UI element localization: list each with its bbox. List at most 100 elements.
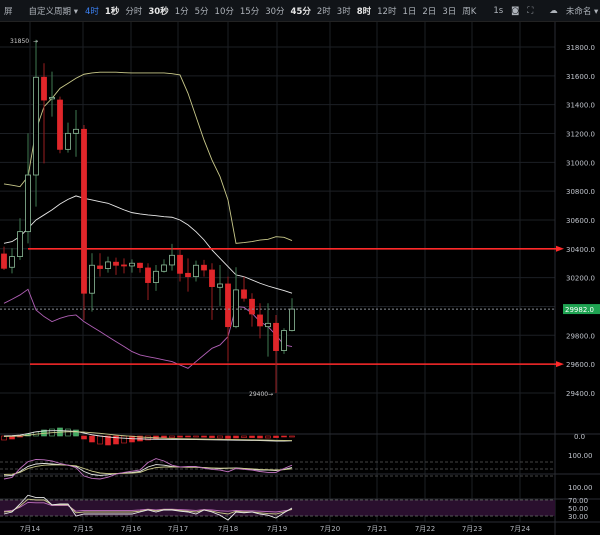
macd-histogram-bar bbox=[193, 435, 199, 438]
price-tick-label: 31200.0 bbox=[566, 130, 595, 138]
period-tab-12[interactable]: 8时 bbox=[354, 5, 374, 17]
price-tick-label: 30200.0 bbox=[566, 275, 595, 283]
date-tick-label: 7月20 bbox=[320, 525, 340, 533]
macd-histogram-bar bbox=[81, 435, 87, 440]
price-tick-label: 30600.0 bbox=[566, 217, 595, 225]
candle-body bbox=[89, 264, 95, 294]
price-tick-label: 30800.0 bbox=[566, 188, 595, 196]
candle-body bbox=[161, 264, 167, 272]
candle-body bbox=[9, 256, 15, 268]
candle-body bbox=[225, 283, 231, 328]
candle-body bbox=[129, 262, 135, 267]
macd-histogram-bar bbox=[225, 435, 231, 439]
price-tick-label: 31800.0 bbox=[566, 44, 595, 52]
candle-body bbox=[249, 298, 255, 315]
period-tab-10[interactable]: 2时 bbox=[314, 5, 334, 17]
period-tab-4[interactable]: 1分 bbox=[172, 5, 192, 17]
period-tab-2[interactable]: 分时 bbox=[122, 5, 145, 17]
date-tick-label: 7月16 bbox=[121, 525, 142, 533]
candle-body bbox=[145, 267, 151, 283]
macd-histogram-bar bbox=[233, 435, 239, 439]
candle-body bbox=[137, 262, 143, 268]
period-tabs: 4时 1秒 分时 30秒 1分 5分 10分 15分 30分 45分 2时 3时 8时 12时 1日 2日 3日… bbox=[82, 5, 479, 17]
candle-body bbox=[25, 174, 31, 233]
rsi-level-label: 50.00 bbox=[568, 505, 588, 513]
period-tab-1[interactable]: 1秒 bbox=[102, 5, 122, 17]
rsi-level-label: 70.00 bbox=[568, 497, 588, 505]
period-tab-9[interactable]: 45分 bbox=[288, 5, 314, 17]
price-tick-label: 29800.0 bbox=[566, 332, 595, 340]
candle-body bbox=[289, 308, 295, 331]
period-tab-0[interactable]: 4时 bbox=[82, 5, 102, 17]
candle-body bbox=[97, 265, 103, 269]
candle-body bbox=[57, 99, 63, 150]
price-tick-label: 29600.0 bbox=[566, 361, 595, 369]
macd-histogram-bar bbox=[217, 435, 223, 439]
period-tab-5[interactable]: 5分 bbox=[192, 5, 212, 17]
period-tab-11[interactable]: 3时 bbox=[334, 5, 354, 17]
candle-body bbox=[121, 264, 127, 267]
macd-histogram-bar bbox=[241, 435, 247, 438]
arrow-icon: → bbox=[268, 391, 273, 398]
date-tick-label: 7月23 bbox=[462, 525, 482, 533]
candle-body bbox=[185, 272, 191, 278]
custom-period-dropdown[interactable]: 自定义周期 ▾ bbox=[25, 5, 82, 17]
candle-body bbox=[105, 261, 111, 269]
candle-body bbox=[17, 231, 23, 257]
candle-body bbox=[193, 264, 199, 278]
date-tick-label: 7月15 bbox=[73, 525, 93, 533]
candle-body bbox=[33, 76, 39, 176]
layout-name-dropdown[interactable]: 未命名 ▾ bbox=[562, 5, 600, 17]
period-tab-8[interactable]: 30分 bbox=[262, 5, 287, 17]
macd-histogram-bar bbox=[177, 435, 183, 438]
candle-body bbox=[169, 254, 175, 266]
macd-histogram-bar bbox=[169, 435, 175, 438]
candle-body bbox=[65, 132, 71, 150]
candle-body bbox=[241, 289, 247, 299]
date-tick-label: 7月24 bbox=[510, 525, 531, 533]
camera-icon[interactable]: ◙ bbox=[507, 6, 523, 16]
toolbar: 屏 自定义周期 ▾ 4时 1秒 分时 30秒 1分 5分 10分 15分 30分 45分 2时 3时 8… bbox=[0, 0, 600, 22]
kdj-label: 100.00 bbox=[568, 452, 593, 460]
date-tick-label: 7月14 bbox=[20, 525, 41, 533]
date-tick-label: 7月21 bbox=[367, 525, 387, 533]
price-tick-label: 30400.0 bbox=[566, 246, 595, 254]
period-tab-7[interactable]: 15分 bbox=[237, 5, 262, 17]
arrow-icon: → bbox=[33, 38, 38, 45]
period-tab-13[interactable]: 12时 bbox=[374, 5, 399, 17]
date-tick-label: 7月19 bbox=[267, 525, 287, 533]
candle-body bbox=[1, 253, 7, 269]
period-tab-14[interactable]: 1日 bbox=[399, 5, 419, 17]
cloud-icon[interactable]: ☁ bbox=[545, 6, 562, 16]
arrow-icon bbox=[556, 361, 564, 368]
arrow-icon bbox=[556, 245, 564, 252]
period-tab-17[interactable]: 周K bbox=[459, 5, 479, 17]
period-tab-6[interactable]: 10分 bbox=[212, 5, 237, 17]
macd-histogram-bar bbox=[209, 435, 215, 438]
period-tab-15[interactable]: 2日 bbox=[419, 5, 439, 17]
last-price-label: 29982.0 bbox=[565, 306, 594, 314]
macd-histogram-bar bbox=[249, 435, 255, 438]
period-tab-16[interactable]: 3日 bbox=[439, 5, 459, 17]
interval-1s-button[interactable]: 1s bbox=[489, 6, 507, 16]
rsi-level-label: 30.00 bbox=[568, 513, 588, 521]
price-tick-label: 31000.0 bbox=[566, 159, 595, 167]
price-tick-label: 29400.0 bbox=[566, 390, 595, 398]
macd-histogram-bar bbox=[281, 435, 287, 438]
candle-body bbox=[177, 254, 183, 274]
candle-body bbox=[81, 128, 87, 294]
candlestick-chart[interactable]: 31800.0 31600.0 31400.0 31200.0 31000.0 30800… bbox=[0, 22, 600, 535]
macd-histogram-bar bbox=[89, 435, 95, 443]
candle-body bbox=[265, 322, 271, 328]
period-tab-3[interactable]: 30秒 bbox=[145, 5, 171, 17]
fullscreen-icon[interactable]: ⛶ bbox=[523, 6, 537, 16]
high-price-label: 31850 bbox=[10, 38, 29, 45]
candle-body bbox=[233, 289, 239, 328]
candle-body bbox=[73, 128, 79, 134]
date-tick-label: 7月22 bbox=[415, 525, 435, 533]
macd-histogram-bar bbox=[201, 435, 207, 438]
macd-histogram-bar bbox=[257, 435, 263, 439]
boll-lower-line bbox=[3, 288, 293, 369]
candle-body bbox=[49, 97, 55, 100]
screen-toggle[interactable]: 屏 bbox=[0, 5, 17, 17]
